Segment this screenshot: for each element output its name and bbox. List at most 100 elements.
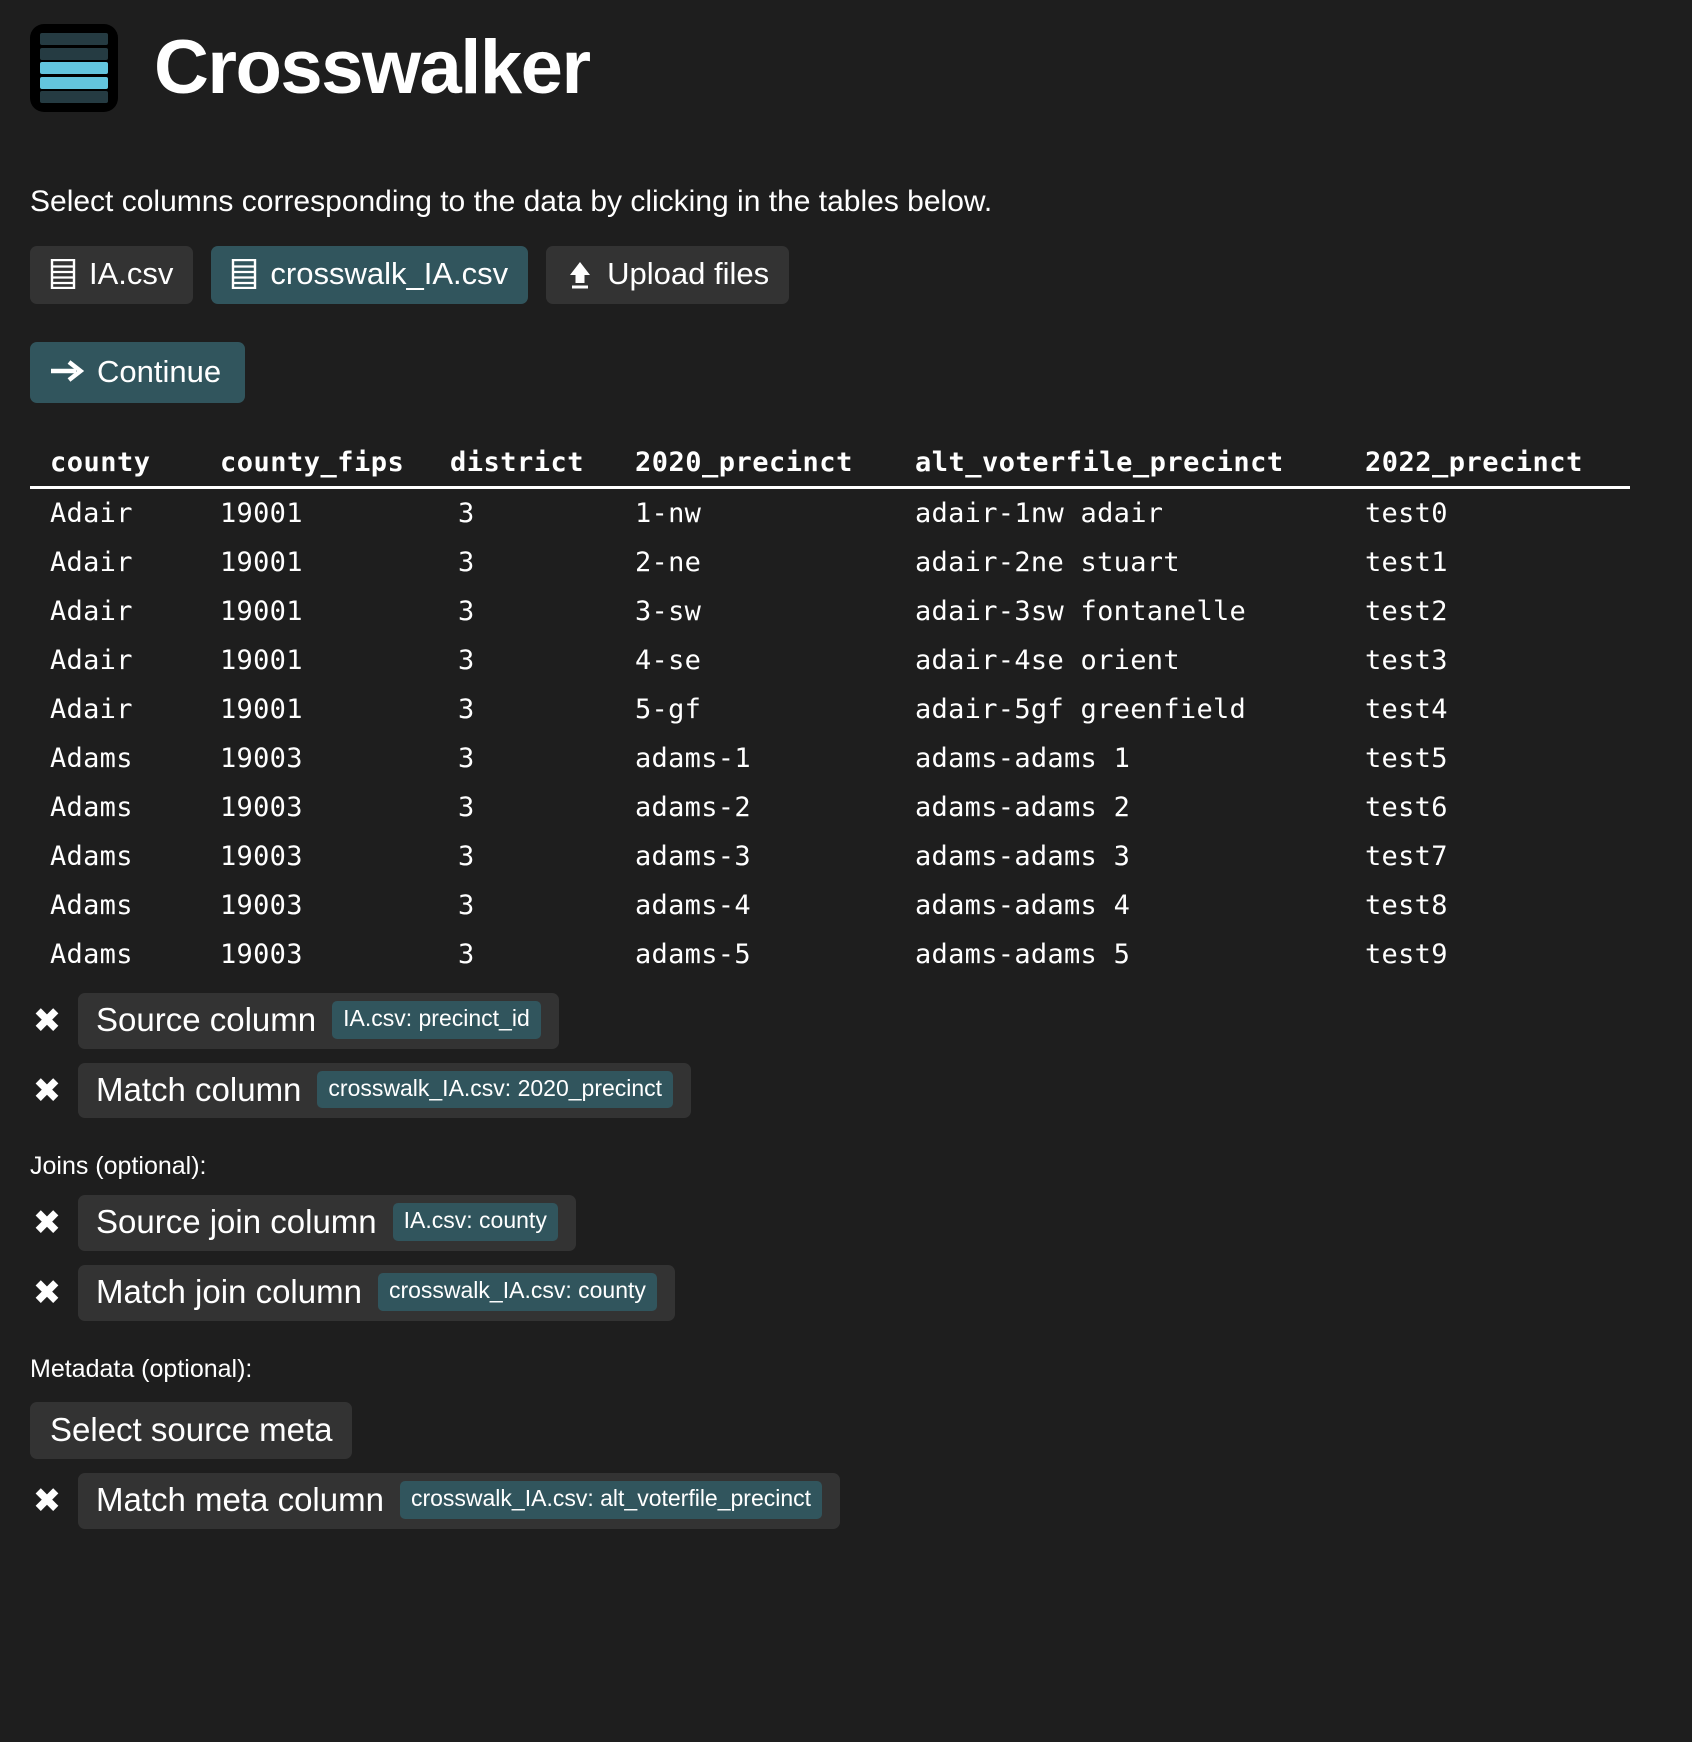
cell-district: 3	[458, 645, 475, 677]
upload-files-button[interactable]: Upload files	[546, 246, 790, 304]
match-column-row: ✖ Match column crosswalk_IA.csv: 2020_pr…	[30, 1062, 1692, 1119]
bottom-spacer	[0, 1529, 1692, 1569]
cell-2022-precinct: test0	[1365, 498, 1448, 530]
cell-county-fips: 19003	[220, 939, 303, 971]
column-header-county-fips[interactable]: county_fips	[200, 445, 430, 490]
table-row[interactable]: Adair 19001 3 4-se adair-4se orient test…	[30, 636, 1630, 685]
x-icon[interactable]: ✖	[30, 1004, 64, 1038]
table-row[interactable]: Adair 19001 3 5-gf adair-5gf greenfield …	[30, 685, 1630, 734]
file-tab-ia-csv[interactable]: IA.csv	[30, 246, 194, 304]
cell-county: Adams	[50, 890, 133, 922]
data-table: county county_fips district 2020_precinc…	[30, 445, 1630, 979]
x-icon[interactable]: ✖	[30, 1276, 64, 1310]
cell-county: Adams	[50, 939, 133, 971]
cell-2022-precinct: test5	[1365, 743, 1448, 775]
cell-alt-voterfile-precinct: adair-2ne stuart	[915, 547, 1180, 579]
cell-alt-voterfile-precinct: adair-3sw fontanelle	[915, 596, 1247, 628]
cell-2022-precinct: test3	[1365, 645, 1448, 677]
table-header-row: county county_fips district 2020_precinc…	[30, 445, 1630, 490]
source-column-row: ✖ Source column IA.csv: precinct_id	[30, 993, 1692, 1049]
match-join-column-row: ✖ Match join column crosswalk_IA.csv: co…	[30, 1265, 1692, 1321]
table-row[interactable]: Adair 19001 3 2-ne adair-2ne stuart test…	[30, 538, 1630, 587]
cell-county-fips: 19001	[220, 547, 303, 579]
cell-2020-precinct: 3-sw	[635, 596, 702, 628]
column-header-2020-precinct[interactable]: 2020_precinct	[615, 445, 895, 490]
table-head: county county_fips district 2020_precinc…	[30, 445, 1630, 490]
select-source-meta-button[interactable]: Select source meta	[30, 1401, 353, 1460]
table-row[interactable]: Adams 19003 3 adams-4 adams-adams 4 test…	[30, 881, 1630, 930]
cell-county-fips: 19001	[220, 596, 303, 628]
table-row[interactable]: Adams 19003 3 adams-5 adams-adams 5 test…	[30, 930, 1630, 979]
cell-2020-precinct: adams-2	[635, 792, 751, 824]
cell-alt-voterfile-precinct: adams-adams 3	[915, 841, 1131, 873]
x-icon[interactable]: ✖	[30, 1206, 64, 1240]
table-row[interactable]: Adair 19001 3 3-sw adair-3sw fontanelle …	[30, 587, 1630, 636]
cell-2020-precinct: adams-3	[635, 841, 751, 873]
source-column-label: Source column	[96, 1001, 317, 1039]
source-join-column-row: ✖ Source join column IA.csv: county	[30, 1195, 1692, 1252]
cell-county: Adair	[50, 547, 133, 579]
match-column-label: Match column	[96, 1070, 302, 1108]
cell-district: 3	[458, 547, 475, 579]
cell-district: 3	[458, 792, 475, 824]
match-meta-column-chip[interactable]: Match meta column crosswalk_IA.csv: alt_…	[78, 1473, 841, 1529]
app-title: Crosswalker	[154, 25, 591, 110]
cell-2022-precinct: test1	[1365, 547, 1448, 579]
source-column-chip[interactable]: Source column IA.csv: precinct_id	[78, 993, 559, 1049]
cell-2020-precinct: 2-ne	[635, 547, 702, 579]
file-tab-label: crosswalk_IA.csv	[270, 256, 509, 291]
cell-2020-precinct: 1-nw	[635, 498, 702, 530]
cell-2020-precinct: adams-5	[635, 939, 751, 971]
cell-county-fips: 19003	[220, 890, 303, 922]
cell-alt-voterfile-precinct: adair-1nw adair	[915, 498, 1164, 530]
x-icon[interactable]: ✖	[30, 1484, 64, 1518]
cell-2020-precinct: adams-1	[635, 743, 751, 775]
cell-2022-precinct: test7	[1365, 841, 1448, 873]
app-root: Crosswalker Select columns corresponding…	[0, 0, 1692, 1742]
cell-2022-precinct: test4	[1365, 694, 1448, 726]
cell-county: Adams	[50, 743, 133, 775]
continue-button[interactable]: Continue	[30, 341, 246, 404]
intro-text: Select columns corresponding to the data…	[30, 185, 993, 218]
cell-2020-precinct: 4-se	[635, 645, 702, 677]
cell-district: 3	[458, 939, 475, 971]
table-file-icon	[231, 258, 257, 289]
cell-alt-voterfile-precinct: adams-adams 1	[915, 743, 1131, 775]
file-tab-crosswalk-ia-csv[interactable]: crosswalk_IA.csv	[211, 246, 529, 304]
file-tab-label: IA.csv	[89, 256, 174, 291]
cell-county: Adair	[50, 596, 133, 628]
cell-2020-precinct: 5-gf	[635, 694, 702, 726]
cell-district: 3	[458, 694, 475, 726]
cell-2022-precinct: test8	[1365, 890, 1448, 922]
source-column-value: IA.csv: precinct_id	[332, 1001, 541, 1039]
table-body: Adair 19001 3 1-nw adair-1nw adair test0…	[30, 488, 1630, 980]
cell-county: Adams	[50, 841, 133, 873]
table-file-icon	[50, 258, 76, 289]
x-icon[interactable]: ✖	[30, 1074, 64, 1108]
file-tab-bar: IA.csv crosswalk_IA.csv Upload files	[30, 246, 1692, 304]
column-header-district[interactable]: district	[430, 445, 615, 490]
table-row[interactable]: Adair 19001 3 1-nw adair-1nw adair test0	[30, 488, 1630, 539]
joins-heading: Joins (optional):	[30, 1152, 207, 1181]
table-row[interactable]: Adams 19003 3 adams-2 adams-adams 2 test…	[30, 783, 1630, 832]
cell-2022-precinct: test6	[1365, 792, 1448, 824]
cell-county: Adair	[50, 694, 133, 726]
cell-alt-voterfile-precinct: adams-adams 2	[915, 792, 1131, 824]
match-meta-column-label: Match meta column	[96, 1481, 384, 1519]
cell-district: 3	[458, 498, 475, 530]
continue-row: Continue	[30, 341, 1692, 404]
continue-label: Continue	[97, 353, 222, 389]
cell-district: 3	[458, 841, 475, 873]
table-row[interactable]: Adams 19003 3 adams-3 adams-adams 3 test…	[30, 832, 1630, 881]
source-join-column-chip[interactable]: Source join column IA.csv: county	[78, 1195, 576, 1252]
match-column-chip[interactable]: Match column crosswalk_IA.csv: 2020_prec…	[78, 1062, 692, 1119]
cell-2020-precinct: adams-4	[635, 890, 751, 922]
column-header-2022-precinct[interactable]: 2022_precinct	[1345, 445, 1630, 490]
table-row[interactable]: Adams 19003 3 adams-1 adams-adams 1 test…	[30, 734, 1630, 783]
match-join-column-chip[interactable]: Match join column crosswalk_IA.csv: coun…	[78, 1265, 675, 1321]
match-join-column-value: crosswalk_IA.csv: county	[377, 1273, 657, 1311]
column-header-county[interactable]: county	[30, 445, 200, 490]
cell-county-fips: 19003	[220, 743, 303, 775]
column-header-alt-voterfile-precinct[interactable]: alt_voterfile_precinct	[895, 445, 1345, 490]
source-join-column-label: Source join column	[96, 1203, 377, 1241]
